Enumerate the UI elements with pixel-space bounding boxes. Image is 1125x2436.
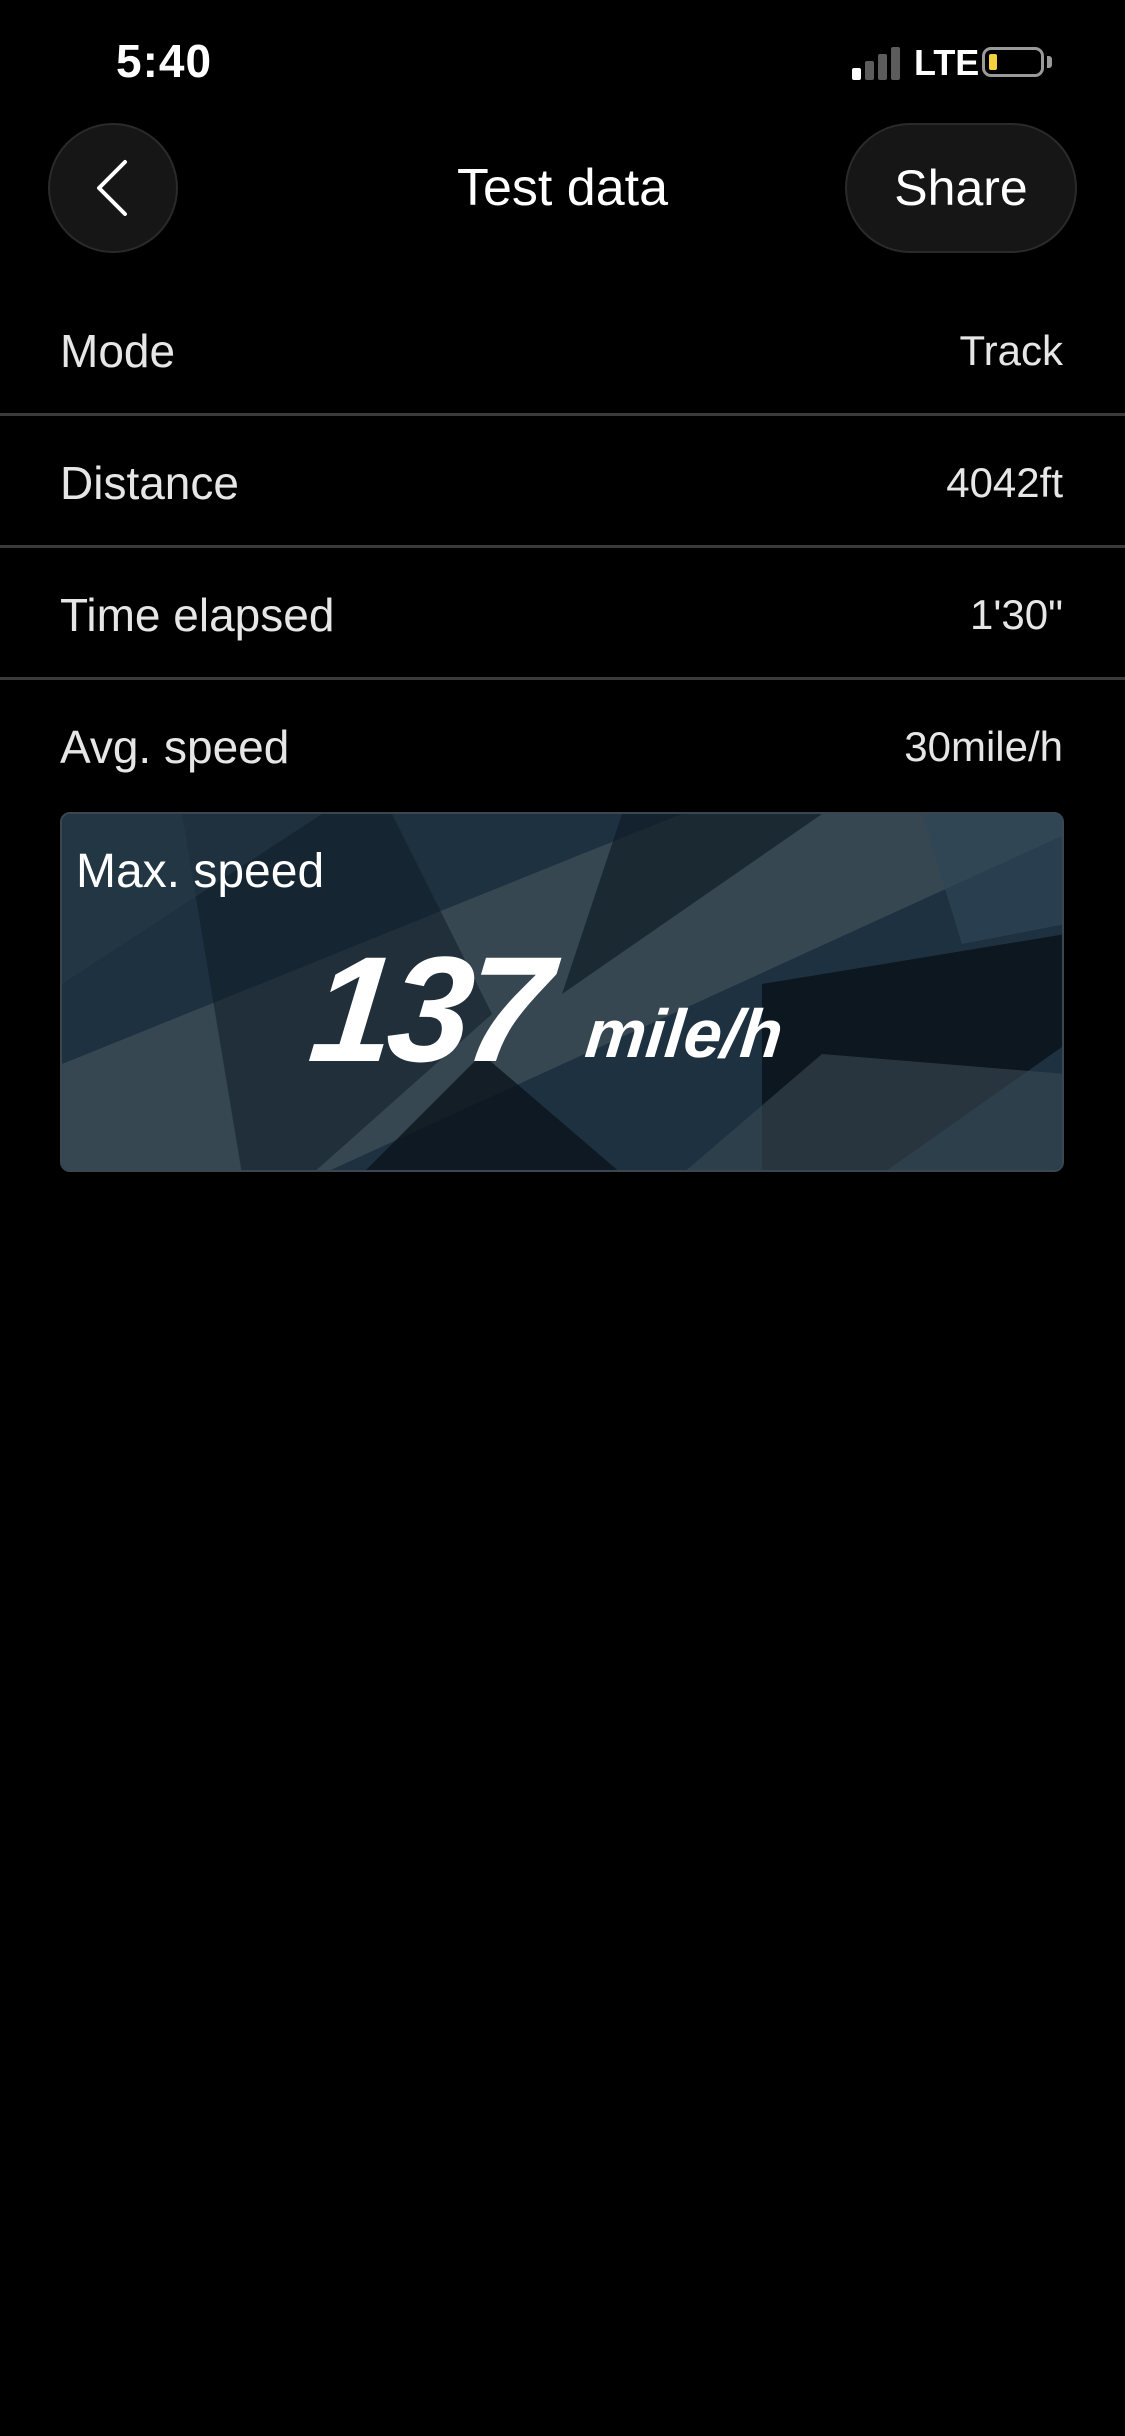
- status-bar: 5:40 LTE: [0, 0, 1125, 120]
- share-button[interactable]: Share: [845, 123, 1077, 253]
- battery-icon: [982, 47, 1044, 77]
- network-type: LTE: [914, 42, 980, 83]
- cellular-signal-icon: [852, 46, 904, 80]
- divider: [0, 545, 1125, 548]
- divider: [0, 677, 1125, 680]
- row-value: 30mile/h: [904, 723, 1063, 770]
- max-speed-label: Max. speed: [76, 845, 325, 898]
- row-value: 1'30": [969, 591, 1063, 638]
- row-value: Track: [959, 327, 1063, 374]
- row-label: Avg. speed: [60, 721, 290, 773]
- row-value: 4042ft: [946, 459, 1063, 506]
- divider: [0, 413, 1125, 416]
- max-speed-value: 137: [303, 925, 554, 1093]
- row-time-elapsed: Time elapsed 1'30": [0, 549, 1125, 681]
- row-avg-speed: Avg. speed 30mile/h: [0, 681, 1125, 813]
- max-speed-card: Max. speed 137 mile/h: [60, 812, 1064, 1172]
- max-speed-unit: mile/h: [582, 996, 787, 1072]
- status-time: 5:40: [116, 35, 213, 87]
- row-label: Time elapsed: [60, 589, 335, 641]
- battery-tip: [1047, 56, 1052, 68]
- row-distance: Distance 4042ft: [0, 417, 1125, 549]
- row-label: Mode: [60, 325, 176, 377]
- row-label: Distance: [60, 457, 239, 509]
- row-mode: Mode Track: [0, 285, 1125, 417]
